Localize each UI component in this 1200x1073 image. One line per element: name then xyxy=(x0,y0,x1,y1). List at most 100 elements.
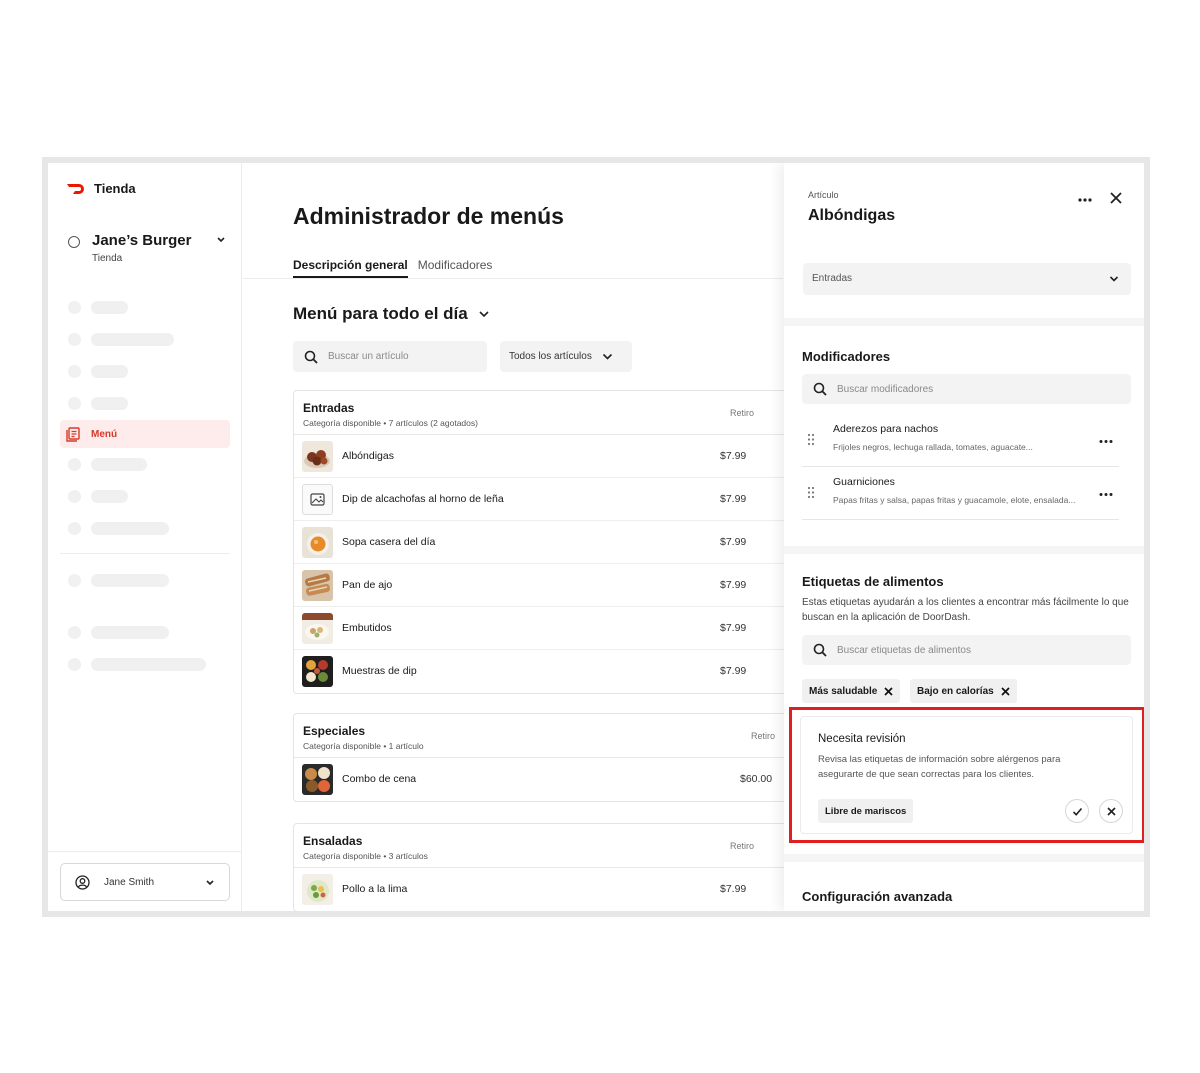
item-name: Albóndigas xyxy=(342,450,394,462)
more-options-icon[interactable] xyxy=(1099,492,1113,497)
column-header-retiro: Retiro xyxy=(730,841,755,851)
category-name: Ensaladas xyxy=(303,834,363,848)
chevron-down-icon xyxy=(479,311,489,318)
nav-placeholder xyxy=(68,626,169,639)
item-thumbnail xyxy=(302,613,333,644)
modifier-name: Aderezos para nachos xyxy=(833,423,939,435)
modifier-name: Guarniciones xyxy=(833,476,895,488)
category-name: Especiales xyxy=(303,724,366,738)
item-name: Sopa casera del día xyxy=(342,536,436,548)
user-avatar-icon xyxy=(75,874,90,890)
table-row[interactable]: Pollo a la lima $7.99 xyxy=(294,868,812,911)
category-select[interactable]: Entradas xyxy=(803,263,1131,295)
chevron-down-icon xyxy=(1109,276,1119,282)
accept-tag-button[interactable] xyxy=(1065,799,1089,823)
close-icon[interactable] xyxy=(1109,191,1123,205)
modifier-row[interactable]: Guarniciones Papas fritas y salsa, papas… xyxy=(802,468,1119,520)
food-tag-label: Bajo en calorías xyxy=(917,685,994,697)
table-row[interactable]: Sopa casera del día $7.99 xyxy=(294,521,812,564)
divider xyxy=(243,278,783,279)
nav-placeholder xyxy=(68,301,128,314)
modifiers-section: Modificadores Buscar modificadores Adere… xyxy=(784,326,1144,546)
food-tags-description: Estas etiquetas ayudarán a los clientes … xyxy=(802,597,1129,623)
item-thumbnail xyxy=(302,764,333,795)
sidebar-item-label: Menú xyxy=(91,428,118,440)
more-options-icon[interactable] xyxy=(1078,197,1092,203)
advanced-settings-title[interactable]: Configuración avanzada xyxy=(802,889,952,904)
item-thumbnail xyxy=(302,656,333,687)
filter-value: Todos los artículos xyxy=(509,351,592,362)
table-row[interactable]: Dip de alcachofas al horno de leña $7.99 xyxy=(294,478,812,521)
needs-review-highlight: Necesita revisión Revisa las etiquetas d… xyxy=(789,707,1144,843)
modifiers-title: Modificadores xyxy=(802,349,891,364)
menu-selector[interactable]: Menú para todo el día xyxy=(293,304,490,324)
doordash-logo-icon xyxy=(67,183,84,194)
more-options-icon[interactable] xyxy=(1099,439,1113,444)
nav-placeholder xyxy=(68,333,174,346)
reject-tag-button[interactable] xyxy=(1099,799,1123,823)
close-icon xyxy=(1106,806,1116,816)
needs-review-card: Necesita revisión Revisa las etiquetas d… xyxy=(800,716,1133,834)
table-row[interactable]: Muestras de dip $7.99 xyxy=(294,650,812,693)
page-title: Administrador de menús xyxy=(293,203,564,229)
menu-book-icon xyxy=(66,426,80,442)
item-thumbnail xyxy=(302,441,333,472)
divider xyxy=(48,851,242,852)
item-thumbnail xyxy=(302,527,333,558)
modifier-row[interactable]: Aderezos para nachos Frijoles negros, le… xyxy=(802,415,1119,467)
sidebar-item-menu[interactable]: Menú xyxy=(60,420,230,448)
search-icon xyxy=(304,350,318,364)
panel-header-section: Artículo Albóndigas Entradas xyxy=(784,163,1144,318)
table-row[interactable]: Pan de ajo $7.99 xyxy=(294,564,812,607)
item-detail-panel: Artículo Albóndigas Entradas Modificador… xyxy=(784,163,1144,911)
store-status-icon xyxy=(68,236,80,248)
category-name: Entradas xyxy=(303,401,355,415)
item-price: $7.99 xyxy=(720,665,747,677)
brand[interactable]: Tienda xyxy=(66,181,136,196)
item-price: $7.99 xyxy=(720,493,747,505)
table-row[interactable]: Albóndigas $7.99 xyxy=(294,435,812,478)
user-menu[interactable]: Jane Smith xyxy=(60,863,230,901)
review-title: Necesita revisión xyxy=(818,733,906,745)
drag-handle-icon[interactable] xyxy=(807,433,815,446)
nav-placeholder xyxy=(68,365,128,378)
table-row[interactable]: Combo de cena $60.00 xyxy=(294,758,812,801)
search-placeholder: Buscar modificadores xyxy=(837,383,934,395)
category-card-ensaladas: Ensaladas Categoría disponible • 3 artíc… xyxy=(293,823,813,911)
category-card-entradas: Entradas Categoría disponible • 7 artícu… xyxy=(293,390,813,694)
items-filter-dropdown[interactable]: Todos los artículos xyxy=(500,341,632,372)
modifier-description: Papas fritas y salsa, papas fritas y gua… xyxy=(833,495,1076,505)
category-subtitle: Categoría disponible • 3 artículos xyxy=(303,851,428,861)
category-select-value: Entradas xyxy=(812,273,853,284)
item-price: $7.99 xyxy=(720,450,747,462)
remove-tag-icon[interactable] xyxy=(1001,686,1010,696)
review-description: Revisa las etiquetas de información sobr… xyxy=(818,754,1061,780)
drag-handle-icon[interactable] xyxy=(807,486,815,499)
food-tag-chip: Bajo en calorías xyxy=(910,679,1017,703)
store-type: Tienda xyxy=(92,253,123,264)
tab-modifiers[interactable]: Modificadores xyxy=(418,258,493,278)
nav-placeholder xyxy=(68,397,128,410)
check-icon xyxy=(1072,807,1082,816)
tab-bar: Descripción general Modificadores xyxy=(293,258,492,278)
item-thumbnail xyxy=(302,570,333,601)
store-name: Jane’s Burger xyxy=(92,232,192,249)
tab-overview[interactable]: Descripción general xyxy=(293,258,408,278)
search-icon xyxy=(813,382,827,396)
remove-tag-icon[interactable] xyxy=(884,686,893,696)
item-price: $7.99 xyxy=(720,883,747,895)
item-search-input[interactable]: Buscar un artículo xyxy=(293,341,487,372)
table-row[interactable]: Embutidos $7.99 xyxy=(294,607,812,650)
panel-label: Artículo xyxy=(808,190,839,200)
food-tags-search-input[interactable]: Buscar etiquetas de alimentos xyxy=(802,635,1131,665)
app-window: Tienda Jane’s Burger Tienda Menú Jane Sm… xyxy=(42,157,1150,917)
modifiers-search-input[interactable]: Buscar modificadores xyxy=(802,374,1131,404)
item-price: $7.99 xyxy=(720,536,747,548)
brand-name: Tienda xyxy=(94,181,136,196)
item-thumbnail xyxy=(302,874,333,905)
panel-title: Albóndigas xyxy=(808,207,896,224)
suggested-tag-chip: Libre de mariscos xyxy=(818,799,914,823)
menu-name: Menú para todo el día xyxy=(293,304,468,323)
food-tag-label: Más saludable xyxy=(809,685,878,697)
chevron-down-icon xyxy=(217,237,225,243)
